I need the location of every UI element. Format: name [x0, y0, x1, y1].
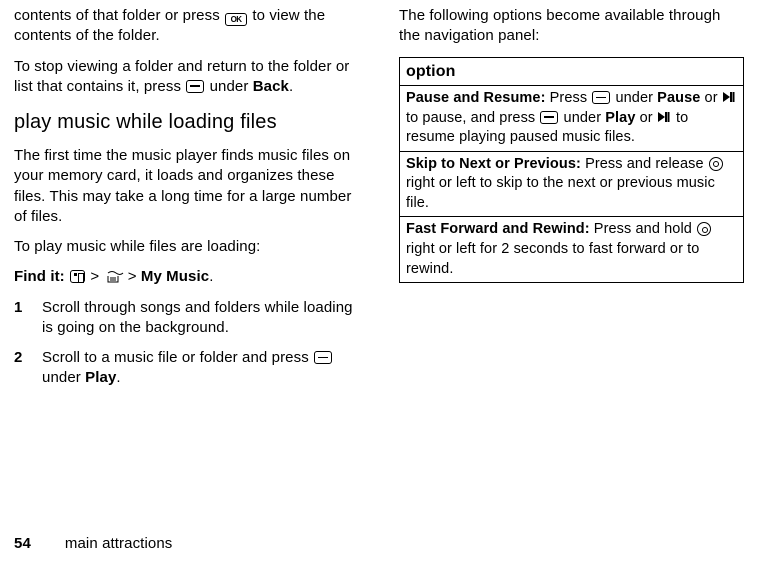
text: right or left to skip to the next or pre…: [406, 175, 715, 211]
page-footer: 54 main attractions: [14, 534, 172, 554]
text: right or left for 2 seconds to fast forw…: [406, 241, 699, 277]
left-column: contents of that folder or press to view…: [14, 6, 359, 506]
text: contents of that folder or press: [14, 7, 224, 24]
options-intro: The following options become available t…: [399, 6, 744, 47]
nav-key-icon: [709, 157, 723, 171]
find-it-label: Find it:: [14, 268, 65, 285]
option-title: Fast Forward and Rewind:: [406, 221, 590, 237]
text: under: [611, 90, 657, 106]
step-number: 1: [14, 298, 42, 339]
separator: >: [86, 268, 103, 285]
text: or: [635, 110, 656, 126]
option-title: Pause and Resume:: [406, 90, 546, 106]
play-label: Play: [85, 369, 116, 386]
softkey-icon: [314, 351, 332, 364]
my-music-label: My Music: [141, 268, 209, 285]
text: or: [700, 90, 721, 106]
multimedia-icon: [104, 270, 122, 284]
footer-section: main attractions: [65, 535, 172, 552]
loading-description: The first time the music player finds mu…: [14, 146, 359, 227]
play-label: Play: [605, 110, 635, 126]
find-it-line: Find it: > > My Music.: [14, 267, 359, 287]
options-table: option Pause and Resume: Press under Pau…: [399, 57, 744, 284]
step-body: Scroll through songs and folders while l…: [42, 298, 359, 339]
softkey-icon: [540, 111, 558, 124]
play-pause-icon: [658, 111, 671, 123]
text: under: [205, 78, 252, 95]
text: Press and hold: [590, 221, 696, 237]
stop-viewing-paragraph: To stop viewing a folder and return to t…: [14, 57, 359, 98]
table-row: Fast Forward and Rewind: Press and hold …: [400, 217, 744, 283]
softkey-icon: [186, 80, 204, 93]
numbered-steps: 1 Scroll through songs and folders while…: [14, 298, 359, 389]
folder-view-paragraph: contents of that folder or press to view…: [14, 6, 359, 47]
ok-key-icon: [225, 13, 247, 26]
play-while-loading-intro: To play music while files are loading:: [14, 237, 359, 257]
step-number: 2: [14, 348, 42, 389]
table-header: option: [400, 57, 744, 86]
section-heading: play music while loading files: [14, 109, 359, 136]
table-row: Pause and Resume: Press under Pause or t…: [400, 86, 744, 152]
text: under: [42, 369, 85, 386]
option-title: Skip to Next or Previous:: [406, 156, 581, 172]
nav-key-icon: [697, 222, 711, 236]
page-number: 54: [14, 535, 31, 552]
text: .: [289, 78, 293, 95]
text: .: [116, 369, 120, 386]
separator: >: [123, 268, 140, 285]
step-1: 1 Scroll through songs and folders while…: [14, 298, 359, 339]
text: Press: [546, 90, 592, 106]
step-2: 2 Scroll to a music file or folder and p…: [14, 348, 359, 389]
text: Scroll to a music file or folder and pre…: [42, 349, 313, 366]
text: to pause, and press: [406, 110, 539, 126]
table-row: Skip to Next or Previous: Press and rele…: [400, 151, 744, 217]
softkey-icon: [592, 91, 610, 104]
text: To stop viewing a folder and return to t…: [14, 58, 349, 95]
play-pause-icon: [723, 91, 736, 103]
right-column: The following options become available t…: [399, 6, 744, 506]
back-label: Back: [253, 78, 289, 95]
text: under: [559, 110, 605, 126]
pause-label: Pause: [657, 90, 700, 106]
text: Press and release: [581, 156, 708, 172]
step-body: Scroll to a music file or folder and pre…: [42, 348, 359, 389]
menu-key-icon: [70, 270, 85, 283]
